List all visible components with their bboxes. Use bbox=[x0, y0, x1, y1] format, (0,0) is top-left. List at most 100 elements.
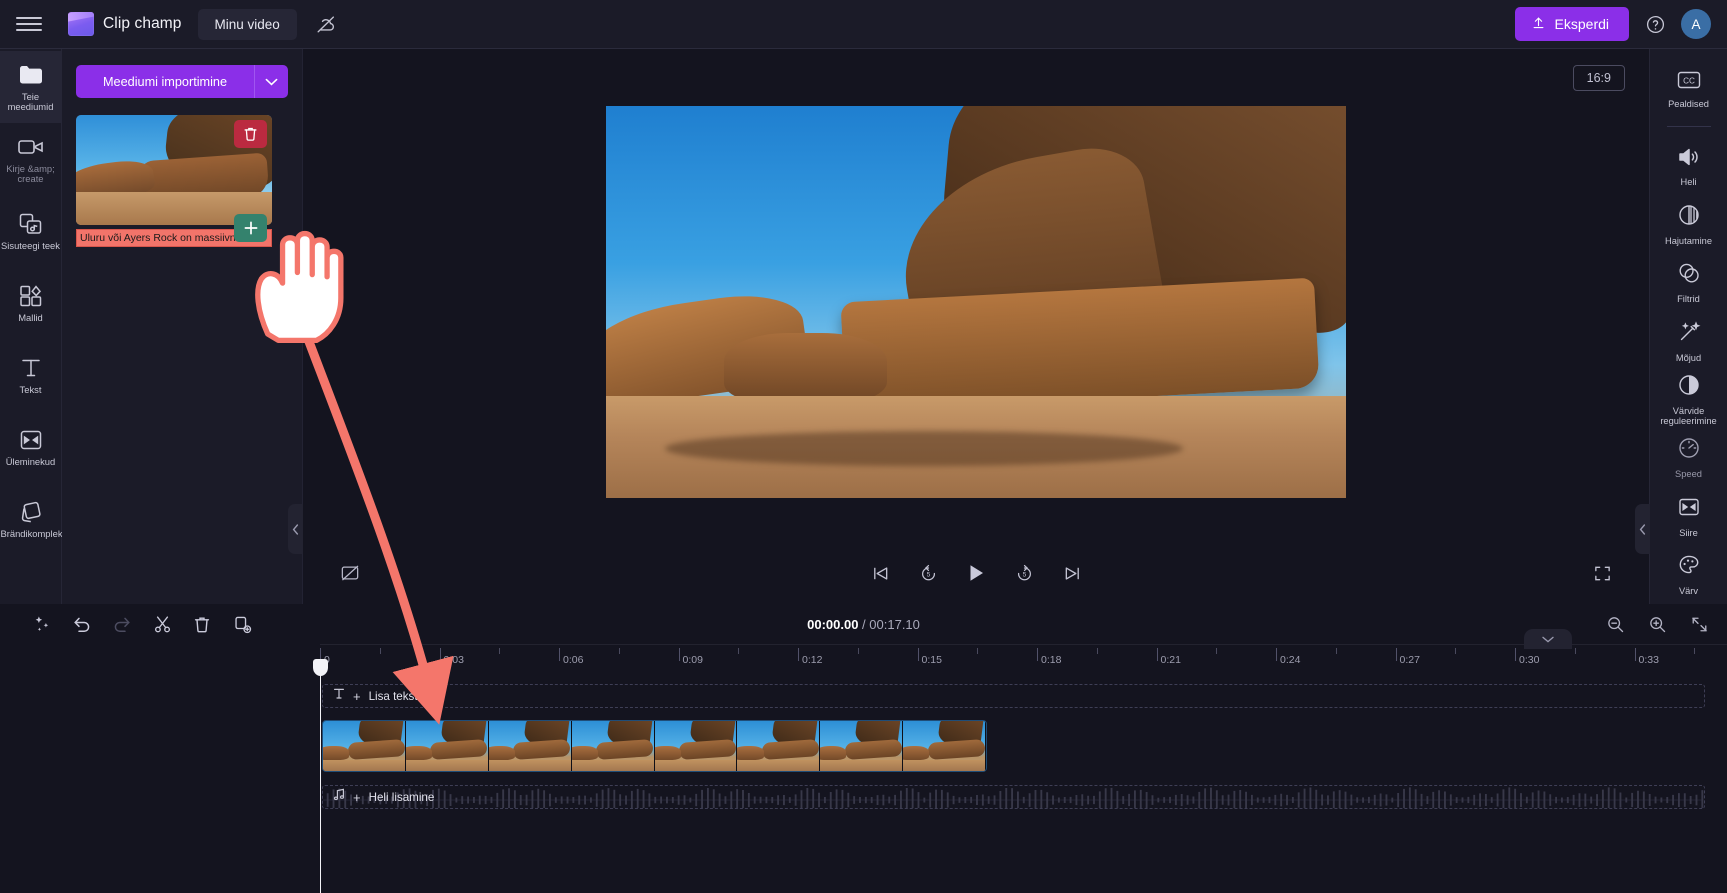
undo-icon[interactable] bbox=[68, 610, 96, 638]
import-media-button[interactable]: Meediumi importimine bbox=[76, 65, 254, 98]
brand-name: Clip champ bbox=[103, 15, 182, 32]
skip-to-end-icon[interactable] bbox=[1059, 560, 1085, 586]
upload-icon bbox=[1531, 15, 1546, 33]
duplicate-icon[interactable] bbox=[228, 610, 256, 638]
sidebar-item-your-media[interactable]: Teie meediumid bbox=[0, 51, 61, 123]
media-panel: Meediumi importimine Uluru või Ayers Roc… bbox=[62, 49, 303, 604]
timeline-time-display: 00:00.00 / 00:17.10 bbox=[0, 617, 1727, 632]
video-clip[interactable] bbox=[322, 720, 987, 772]
ruler-minor-tick bbox=[1096, 648, 1098, 654]
ruler-minor-tick bbox=[379, 648, 381, 654]
ruler-major-tick bbox=[1634, 648, 1636, 661]
svg-text:5: 5 bbox=[1022, 571, 1026, 578]
fit-to-screen-icon[interactable] bbox=[1685, 610, 1713, 638]
text-icon bbox=[20, 355, 42, 381]
sidebar-item-content-library[interactable]: Sisuteegi teek bbox=[0, 195, 61, 267]
hamburger-icon[interactable] bbox=[16, 11, 42, 37]
clip-frame bbox=[488, 721, 572, 771]
video-preview[interactable] bbox=[606, 105, 1346, 498]
right-item-color[interactable]: Värv bbox=[1650, 546, 1727, 604]
split-scissors-icon[interactable] bbox=[148, 610, 176, 638]
skip-to-start-icon[interactable] bbox=[867, 560, 893, 586]
right-item-effects[interactable]: Mõjud bbox=[1650, 312, 1727, 370]
sidebar-label: Teie meediumid bbox=[7, 90, 54, 112]
clip-frame bbox=[571, 721, 655, 771]
right-item-label: Siire bbox=[1679, 527, 1698, 538]
redo-icon[interactable] bbox=[108, 610, 136, 638]
right-item-audio[interactable]: Heli bbox=[1650, 137, 1727, 195]
collapse-panel-down-button[interactable] bbox=[1524, 629, 1572, 649]
content-library-icon bbox=[18, 211, 44, 237]
sidebar-label: Mallid bbox=[18, 311, 43, 323]
total-time: 00:17.10 bbox=[869, 616, 920, 632]
collapse-media-panel-button[interactable] bbox=[288, 504, 303, 554]
right-item-filters[interactable]: Filtrid bbox=[1650, 254, 1727, 312]
timeline-toolbar: 00:00.00 / 00:17.10 bbox=[0, 604, 1727, 644]
ruler-major-tick bbox=[1276, 648, 1277, 661]
media-item[interactable]: Uluru või Ayers Rock on massiivne s. bbox=[76, 115, 272, 247]
right-item-captions[interactable]: CC Pealdised bbox=[1650, 61, 1727, 119]
audio-track-inner: + Heli lisamine bbox=[333, 788, 434, 806]
player-left-controls bbox=[337, 560, 363, 586]
right-item-speed[interactable]: Speed bbox=[1650, 429, 1727, 487]
export-button[interactable]: Eksperdi bbox=[1514, 7, 1629, 41]
avatar[interactable]: A bbox=[1681, 9, 1711, 39]
add-audio-label: Heli lisamine bbox=[368, 790, 435, 804]
sidebar-item-record-create[interactable]: Kirje &amp; create bbox=[0, 123, 61, 195]
project-name-button[interactable]: Minu video bbox=[197, 8, 297, 40]
zoom-in-icon[interactable] bbox=[1643, 610, 1671, 638]
chevron-down-icon[interactable] bbox=[254, 65, 288, 98]
sidebar-item-transitions[interactable]: Üleminekud bbox=[0, 411, 61, 483]
play-icon[interactable] bbox=[963, 560, 989, 586]
ruler-label: 0:27 bbox=[1399, 654, 1420, 666]
text-track-placeholder[interactable]: + Lisa tekst bbox=[322, 684, 1705, 708]
add-to-timeline-button[interactable] bbox=[234, 214, 267, 242]
ruler-label: 0:09 bbox=[682, 654, 703, 666]
zoom-out-icon[interactable] bbox=[1601, 610, 1629, 638]
divider bbox=[1666, 126, 1711, 128]
brand-kit-icon bbox=[19, 499, 43, 525]
timeline-ruler[interactable]: 00:030:060:090:120:150:180:210:240:270:3… bbox=[320, 644, 1727, 670]
right-item-transition[interactable]: Siire bbox=[1650, 487, 1727, 545]
add-text-plus[interactable]: + bbox=[353, 689, 361, 704]
add-audio-plus[interactable]: + bbox=[353, 790, 361, 805]
clip-frame bbox=[903, 721, 986, 771]
aspect-ratio-badge[interactable]: 16:9 bbox=[1572, 65, 1625, 91]
sidebar-item-brand-kit[interactable]: Brändikomplekt bbox=[0, 483, 65, 555]
closed-captions-icon: CC bbox=[1676, 70, 1702, 95]
filters-icon bbox=[1677, 261, 1701, 290]
ruler-label: 0:12 bbox=[802, 654, 823, 666]
sidebar-label: Üleminekud bbox=[5, 455, 56, 467]
sidebar-item-templates[interactable]: Mallid bbox=[0, 267, 61, 339]
ruler-label: 0:21 bbox=[1160, 654, 1181, 666]
ruler-label: 0:33 bbox=[1638, 654, 1659, 666]
sidebar-item-text[interactable]: Tekst bbox=[0, 339, 61, 411]
transition-icon bbox=[1677, 495, 1701, 524]
ruler-major-tick bbox=[798, 648, 799, 661]
ruler-minor-tick bbox=[618, 648, 620, 654]
right-item-fade[interactable]: Hajutamine bbox=[1650, 196, 1727, 254]
fullscreen-icon[interactable] bbox=[1589, 560, 1615, 586]
rewind-5-icon[interactable]: 5 bbox=[915, 560, 941, 586]
cloud-off-icon[interactable] bbox=[313, 11, 339, 37]
help-circle-icon[interactable] bbox=[1643, 12, 1667, 36]
brand: Clip champ bbox=[68, 12, 182, 36]
player-right-controls bbox=[1589, 560, 1615, 586]
player-controls: 5 5 bbox=[303, 542, 1649, 604]
palette-icon bbox=[1677, 553, 1701, 582]
playhead[interactable] bbox=[313, 659, 328, 893]
ruler-label: 0:06 bbox=[563, 654, 584, 666]
forward-5-icon[interactable]: 5 bbox=[1011, 560, 1037, 586]
trash-icon[interactable] bbox=[234, 120, 267, 148]
left-sidebar: Teie meediumid Kirje &amp; create Sisute… bbox=[0, 49, 65, 604]
right-item-label: Värvide reguleerimine bbox=[1660, 405, 1717, 427]
delete-icon[interactable] bbox=[188, 610, 216, 638]
ruler-label: 0:24 bbox=[1280, 654, 1301, 666]
collapse-properties-button[interactable] bbox=[1635, 504, 1650, 554]
svg-text:CC: CC bbox=[1683, 77, 1695, 86]
ruler-major-tick bbox=[917, 648, 919, 661]
captions-off-icon[interactable] bbox=[337, 560, 363, 586]
right-item-color-adjust[interactable]: Värvide reguleerimine bbox=[1650, 371, 1727, 429]
magic-icon[interactable] bbox=[28, 610, 56, 638]
audio-track-placeholder[interactable]: + Heli lisamine bbox=[322, 785, 1705, 809]
